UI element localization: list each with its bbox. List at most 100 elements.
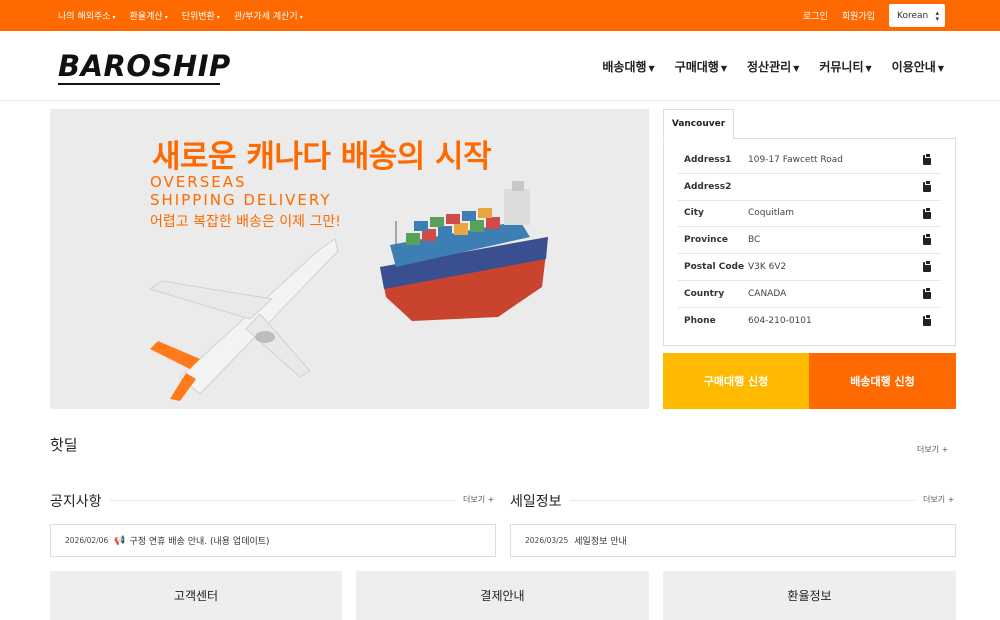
address-row: Phone 604-210-0101 xyxy=(678,308,941,335)
updown-arrows-icon: ▴ ▾ xyxy=(935,8,939,23)
caret-down-icon: ▼ xyxy=(865,63,872,73)
megaphone-icon: 📢 xyxy=(114,535,126,546)
topnav-my-address[interactable]: 나의 해외주소 ▾ xyxy=(58,9,116,22)
hotdeal-title: 핫딜 xyxy=(50,436,78,454)
topnav-tax-calc[interactable]: 관/부가세 계산기 ▾ xyxy=(234,9,303,22)
caret-down-icon: ▼ xyxy=(937,63,944,73)
nav-label: 정산관리 xyxy=(747,59,792,74)
top-right-links: 로그인 회원가입 Korean ▴ ▾ xyxy=(803,0,945,31)
clipboard-icon[interactable] xyxy=(923,179,931,192)
notice-date: 2026/02/06 xyxy=(65,536,109,545)
hero-banner[interactable]: 새로운 캐나다 배송의 시작 OVERSEAS SHIPPING DELIVER… xyxy=(50,109,649,409)
address-value: 604-210-0101 xyxy=(748,316,812,327)
topnav-label: 나의 해외주소 xyxy=(58,12,111,22)
tab-vancouver[interactable]: Vancouver xyxy=(663,109,734,139)
topnav-exchange-calc[interactable]: 환율계산 ▾ xyxy=(130,9,168,22)
address-row: Postal Code V3K 6V2 xyxy=(678,254,941,281)
card-customer-center[interactable]: 고객센터 xyxy=(50,571,342,620)
card-payment-guide[interactable]: 결제안내 xyxy=(356,571,649,620)
top-bar: 나의 해외주소 ▾ 환율계산 ▾ 단위변환 ▾ 관/부가세 계산기 ▾ 로그인 회원가입… xyxy=(0,0,1000,31)
caret-down-icon: ▼ xyxy=(648,63,655,73)
notice-divider xyxy=(110,500,455,501)
card-label: 결제안내 xyxy=(480,589,525,603)
card-exchange-info[interactable]: 환율정보 xyxy=(663,571,956,620)
address-label: Address1 xyxy=(684,154,732,165)
caret-down-icon: ▾ xyxy=(112,14,116,21)
nav-guide[interactable]: 이용안내 ▼ xyxy=(892,58,944,75)
clipboard-icon[interactable] xyxy=(923,233,931,246)
main-nav: 배송대행 ▼ 구매대행 ▼ 정산관리 ▼ 커뮤니티 ▼ 이용안내 ▼ xyxy=(602,31,944,101)
language-select[interactable]: Korean ▴ ▾ xyxy=(889,4,945,27)
caret-down-icon: ▼ xyxy=(720,63,728,73)
address-panel: Vancouver Address1 109-17 Fawcett Road A… xyxy=(663,109,956,346)
logo-underline xyxy=(58,83,220,85)
banner-subtitle-3: 어렵고 복잡한 배송은 이제 그만! xyxy=(150,214,341,230)
clipboard-icon[interactable] xyxy=(923,313,931,326)
card-label: 환율정보 xyxy=(787,589,832,603)
caret-down-icon: ▼ xyxy=(793,63,800,73)
notice-item[interactable]: 2026/02/06 📢 구정 연휴 배송 안내. (내용 업데이트) xyxy=(50,524,496,557)
caret-down-icon: ▾ xyxy=(299,14,303,21)
nav-settlement[interactable]: 정산관리 ▼ xyxy=(747,58,799,75)
notice-title: 공지사항 xyxy=(50,494,102,510)
caret-down-icon: ▾ xyxy=(164,14,168,21)
address-row: Country CANADA xyxy=(678,281,941,308)
nav-label: 커뮤니티 xyxy=(819,59,864,74)
language-value: Korean xyxy=(897,10,929,21)
clipboard-icon[interactable] xyxy=(923,206,931,219)
address-value: V3K 6V2 xyxy=(748,262,787,273)
airplane-icon xyxy=(148,238,339,401)
nav-community[interactable]: 커뮤니티 ▼ xyxy=(819,58,871,75)
banner-subtitle-1: OVERSEAS xyxy=(150,173,247,191)
nav-label: 구매대행 xyxy=(674,59,719,74)
sale-item[interactable]: 2026/03/25 세일정보 안내 xyxy=(510,524,956,557)
notice-text: 구정 연휴 배송 안내. (내용 업데이트) xyxy=(129,537,270,547)
topnav-label: 관/부가세 계산기 xyxy=(233,12,298,22)
shipping-agency-apply-button[interactable]: 배송대행 신청 xyxy=(809,353,956,409)
address-value: Coquitlam xyxy=(748,208,795,219)
topnav-label: 환율계산 xyxy=(129,12,163,22)
address-label: Phone xyxy=(684,316,716,327)
address-row: Province BC xyxy=(678,227,941,255)
sale-text: 세일정보 안내 xyxy=(574,537,627,547)
clipboard-icon[interactable] xyxy=(923,153,931,165)
address-label: City xyxy=(684,208,704,219)
hotdeal-more-link[interactable]: 더보기 + xyxy=(917,444,948,455)
address-label: Postal Code xyxy=(684,262,745,273)
nav-shipping-agency[interactable]: 배송대행 ▼ xyxy=(602,58,654,75)
address-row: Address1 109-17 Fawcett Road xyxy=(678,147,941,174)
address-value: CANADA xyxy=(748,288,787,299)
address-row: City Coquitlam xyxy=(678,201,941,228)
signup-link[interactable]: 회원가입 xyxy=(842,9,875,22)
sale-date: 2026/03/25 xyxy=(525,536,569,545)
nav-label: 이용안내 xyxy=(891,59,936,74)
nav-purchase-agency[interactable]: 구매대행 ▼ xyxy=(675,58,727,75)
clipboard-icon[interactable] xyxy=(923,260,931,273)
logo-text: BAROSHIP xyxy=(58,49,231,83)
address-label: Country xyxy=(684,288,725,299)
sale-title: 세일정보 xyxy=(510,494,562,510)
banner-headline: 새로운 캐나다 배송의 시작 xyxy=(152,139,492,175)
address-label: Address2 xyxy=(684,181,732,192)
address-row: Address2 xyxy=(678,174,941,201)
login-link[interactable]: 로그인 xyxy=(803,9,828,22)
address-value: 109-17 Fawcett Road xyxy=(748,154,843,165)
address-value: BC xyxy=(748,235,761,246)
clipboard-icon[interactable] xyxy=(923,286,931,299)
cargo-ship-icon xyxy=(380,181,548,321)
topnav-label: 단위변환 xyxy=(181,12,215,22)
nav-label: 배송대행 xyxy=(602,59,647,74)
sale-divider xyxy=(570,500,915,501)
caret-down-icon: ▾ xyxy=(216,14,220,21)
address-label: Province xyxy=(684,235,729,246)
purchase-agency-apply-button[interactable]: 구매대행 신청 xyxy=(663,353,809,409)
topnav-unit-convert[interactable]: 단위변환 ▾ xyxy=(182,9,220,22)
address-table: Address1 109-17 Fawcett Road Address2 Ci… xyxy=(663,138,956,346)
logo[interactable]: BAROSHIP xyxy=(58,51,231,87)
banner-subtitle-2: SHIPPING DELIVERY xyxy=(150,191,332,209)
top-nav: 나의 해외주소 ▾ 환율계산 ▾ 단위변환 ▾ 관/부가세 계산기 ▾ xyxy=(58,0,303,31)
sale-more-link[interactable]: 더보기 + xyxy=(923,494,954,505)
notice-more-link[interactable]: 더보기 + xyxy=(463,494,494,505)
card-label: 고객센터 xyxy=(173,589,219,603)
header: BAROSHIP 배송대행 ▼ 구매대행 ▼ 정산관리 ▼ 커뮤니티 ▼ 이용안내 ▼ xyxy=(0,31,1000,101)
